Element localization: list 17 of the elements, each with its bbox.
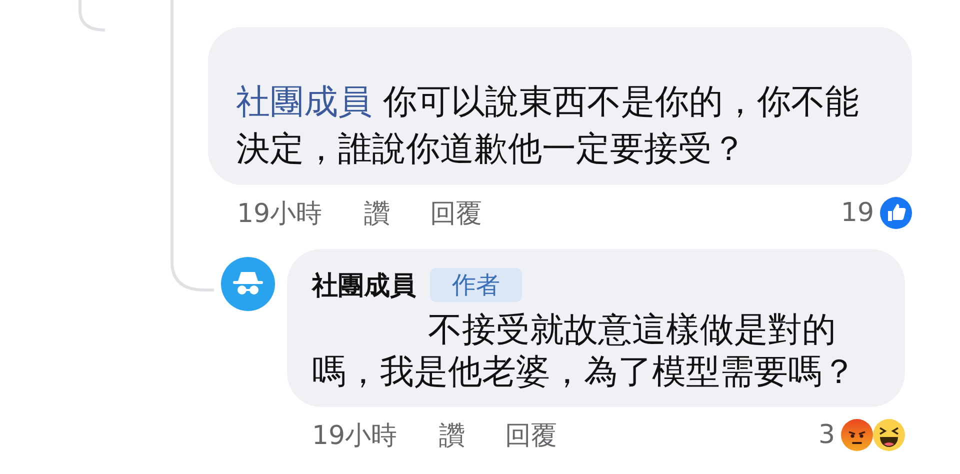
reply-link[interactable]: 回覆 <box>430 196 482 230</box>
laughing-face-icon <box>873 419 905 451</box>
comment-text: 不接受就故意這樣做是對的嗎，我是他老婆，為了模型需要嗎？ <box>312 309 857 393</box>
reaction-count: 3 <box>818 420 835 450</box>
comment-time: 19小時 <box>312 420 398 452</box>
author-name[interactable]: 社團成員 <box>312 268 416 302</box>
reply-link[interactable]: 回覆 <box>505 418 558 452</box>
author-badge: 作者 <box>430 268 522 302</box>
comment-text: 社團成員 你可以說東西不是你的，你不能決定，誰說你道歉他一定要接受？ <box>236 81 860 171</box>
reaction-count: 19 <box>840 198 874 228</box>
like-link[interactable]: 讚 <box>439 418 466 452</box>
comment-time: 19小時 <box>237 198 322 230</box>
like-link[interactable]: 讚 <box>364 196 390 230</box>
like-icon <box>880 197 912 229</box>
incognito-avatar-icon[interactable] <box>221 257 275 311</box>
thread-line <box>78 0 106 32</box>
angry-face-icon <box>841 419 873 451</box>
